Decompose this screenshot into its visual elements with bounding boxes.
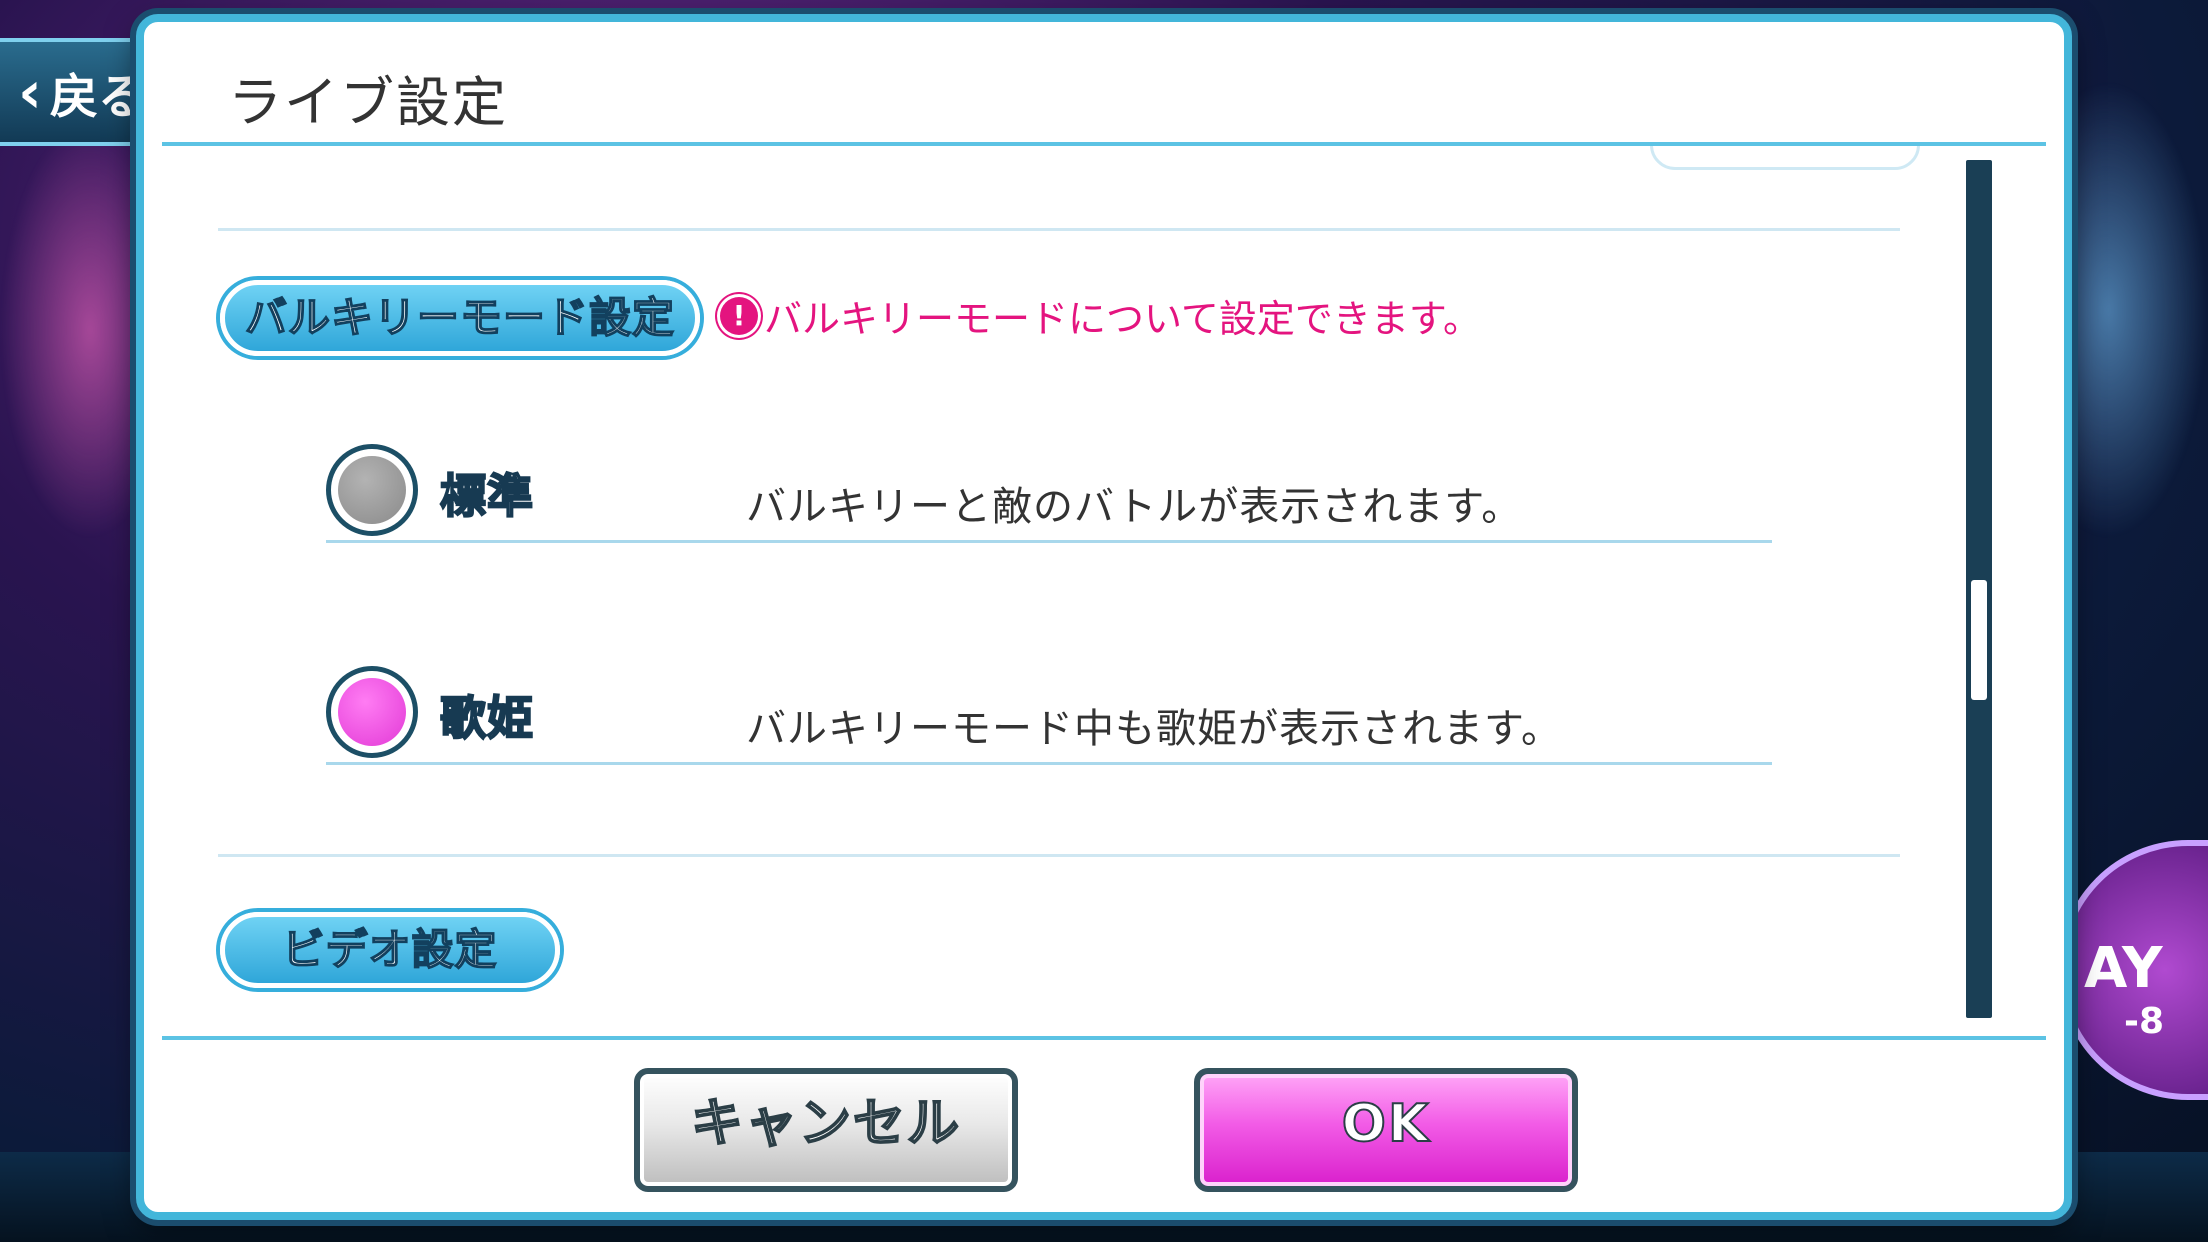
cancel-button[interactable]: キャンセル [634, 1068, 1018, 1192]
option-diva-description: バルキリーモード中も歌姫が表示されます。 [746, 706, 1562, 752]
dialog-title: ライブ設定 [228, 71, 508, 134]
ok-button[interactable]: OK [1194, 1068, 1578, 1192]
valkyrie-mode-section-label: バルキリーモード設定 [220, 280, 700, 356]
option-diva-label: 歌姫 [439, 690, 534, 746]
radio-dot [338, 678, 406, 746]
radio-diva[interactable] [326, 666, 418, 758]
play-badge-text: AY [2084, 936, 2163, 1001]
valkyrie-mode-note-text: バルキリーモードについて設定できます。 [764, 297, 1482, 341]
play-badge[interactable]: AY -8 [2058, 840, 2208, 1100]
option-standard-description: バルキリーと敵のバトルが表示されます。 [746, 484, 1523, 530]
valkyrie-mode-note: ! バルキリーモードについて設定できます。 [720, 288, 1481, 343]
alert-icon: ! [720, 296, 758, 335]
scrollbar[interactable] [1966, 160, 1992, 1018]
option-standard[interactable]: 標準 バルキリーと敵のバトルが表示されます。 [326, 444, 1772, 543]
scrollbar-thumb[interactable] [1971, 580, 1987, 700]
video-section-label: ビデオ設定 [220, 912, 560, 988]
radio-standard[interactable] [326, 444, 418, 536]
option-standard-label: 標準 [439, 468, 534, 524]
live-settings-dialog: ライブ設定 バルキリーモード設定 ! バルキリーモードについて設定できます。 標… [136, 14, 2072, 1220]
settings-scroll-area[interactable]: バルキリーモード設定 ! バルキリーモードについて設定できます。 標準 バルキリ… [162, 146, 2046, 1036]
previous-setting-control[interactable] [1650, 146, 1920, 170]
footer-divider [162, 1036, 2046, 1040]
radio-dot [338, 456, 406, 524]
option-diva[interactable]: 歌姫 バルキリーモード中も歌姫が表示されます。 [326, 666, 1772, 765]
chevron-left-icon: ‹ [18, 58, 42, 126]
back-label: 戻る [49, 69, 146, 125]
play-badge-sub: -8 [2124, 1001, 2164, 1042]
section-divider [218, 854, 1900, 857]
section-divider [218, 228, 1900, 231]
